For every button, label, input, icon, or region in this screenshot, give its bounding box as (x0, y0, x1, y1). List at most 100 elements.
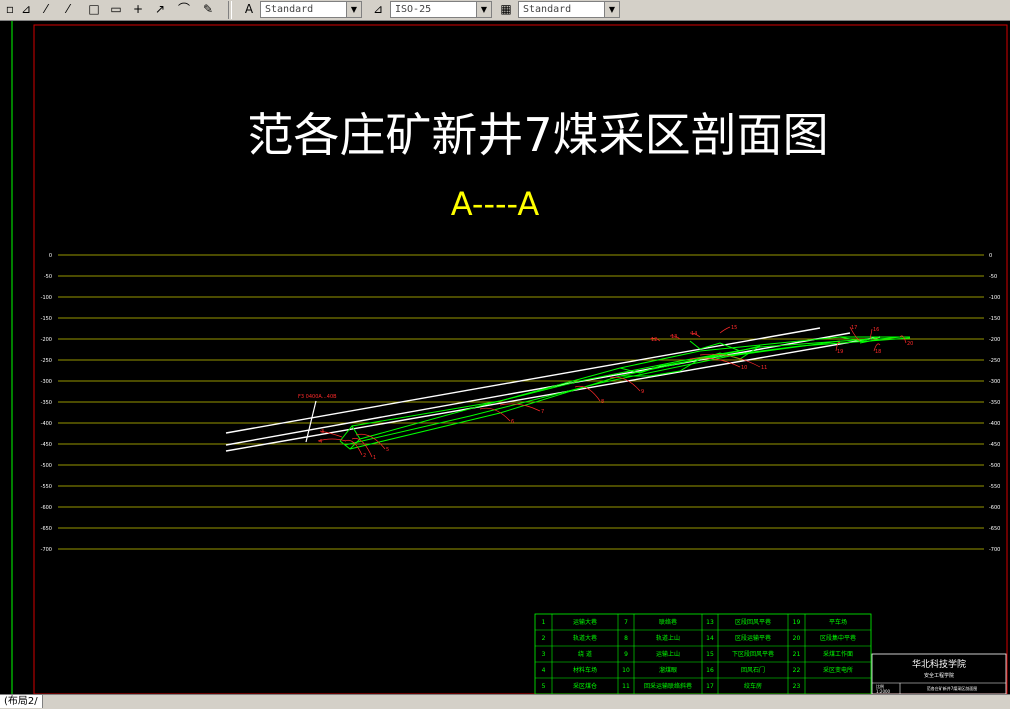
chevron-down-icon[interactable]: ▼ (604, 2, 619, 17)
legend-label: 溜煤眼 (659, 666, 677, 674)
drawing-name: 范各庄矿新井7煤采区剖面图 (927, 685, 978, 691)
callout-number: 16 (873, 327, 879, 333)
legend-table: 1 运输大巷 7 联络巷 13 区段回风平巷 19 平车场 2 轨道大巷 8 轨道上山 14 区段运输平巷… (534, 613, 872, 695)
legend-label: 运输上山 (656, 650, 680, 658)
callout-number: 2 (363, 453, 366, 459)
callout-number: 14 (691, 331, 697, 337)
roadway-line (351, 336, 910, 427)
elevation-label-left: -50 (44, 274, 52, 280)
elevation-label-left: -300 (41, 379, 52, 385)
legend-label: 材料车场 (573, 666, 597, 674)
callout-number: 17 (851, 325, 857, 331)
callout-number: 7 (541, 409, 544, 415)
elevation-label-left: 0 (49, 253, 52, 259)
chevron-down-icon[interactable]: ▼ (476, 2, 491, 17)
callout-number: 9 (641, 389, 644, 395)
drawing-canvas[interactable]: 范各庄矿新井7煤采区剖面图 A----A 0 0 -50 -50 -100 -100 -15… (0, 21, 1010, 695)
legend-number: 11 (622, 683, 630, 690)
legend-number: 21 (793, 651, 801, 658)
dim-style-value: ISO-25 (395, 4, 432, 15)
legend-label: 绞车房 (744, 682, 762, 690)
toolbar-separator (228, 1, 232, 19)
baseline-dim-icon[interactable]: □ (86, 2, 102, 17)
elevation-label-left: -200 (41, 337, 52, 343)
dim-edit-icon[interactable]: ✎ (200, 2, 216, 17)
elevation-label-right: -700 (989, 547, 1000, 553)
chevron-down-icon[interactable]: ▼ (346, 2, 361, 17)
callout-number: 8 (601, 399, 604, 405)
callout-number: 1 (373, 455, 376, 461)
elevation-label-left: -500 (41, 463, 52, 469)
legend-label: 平车场 (829, 618, 847, 626)
elevation-label-left: -450 (41, 442, 52, 448)
legend-label: 区段运输平巷 (735, 634, 771, 642)
elevation-label-right: -350 (989, 400, 1000, 406)
legend-number: 17 (706, 683, 714, 690)
legend-number: 3 (542, 651, 546, 658)
legend-number: 14 (706, 635, 714, 642)
layout-tab[interactable]: (布局2/ (0, 695, 43, 708)
continue-dim-icon[interactable]: ▭ (108, 2, 124, 17)
linear-dim-icon[interactable]: ⊿ (18, 2, 34, 17)
drawing-svg[interactable]: 范各庄矿新井7煤采区剖面图 A----A 0 0 -50 -50 -100 -100 -15… (0, 21, 1010, 695)
center-mark-icon[interactable]: + (130, 2, 146, 17)
legend-number: 16 (706, 667, 714, 674)
table-style-select[interactable]: Standard ▼ (518, 1, 620, 18)
dim-style-select[interactable]: ISO-25 ▼ (390, 1, 492, 18)
legend-number: 5 (542, 683, 546, 690)
callout-number: 3 (321, 429, 324, 435)
elevation-label-right: -250 (989, 358, 1000, 364)
legend-label: 绕 道 (578, 650, 592, 658)
elevation-label-left: -400 (41, 421, 52, 427)
legend-number: 4 (542, 667, 546, 674)
callout-leaders (317, 326, 907, 458)
text-style-icon[interactable]: A (241, 2, 257, 17)
text-style-value: Standard (265, 4, 314, 15)
legend-label: 回采运输联络斜巷 (644, 682, 692, 690)
legend-label: 采区变电所 (823, 666, 853, 674)
legend-number: 13 (706, 619, 714, 626)
legend-number: 20 (793, 635, 801, 642)
elevation-label-right: -500 (989, 463, 1000, 469)
callout-leader (719, 326, 731, 334)
title-block: 华北科技学院 安全工程学院 比例 1:2000 范各庄矿新井7煤采区剖面图 (871, 653, 1007, 695)
ordinate-dim-icon[interactable]: ⁄ (60, 2, 76, 17)
elevation-label-right: 0 (989, 253, 992, 259)
elevation-label-left: -700 (41, 547, 52, 553)
leader-icon[interactable]: ↗ (152, 2, 168, 17)
callout-number: 13 (671, 334, 677, 340)
elevation-label-right: -450 (989, 442, 1000, 448)
legend-label: 区段集中平巷 (820, 634, 856, 642)
table-style-value: Standard (523, 4, 572, 15)
callout-number: 4 (319, 439, 322, 445)
legend-number: 10 (622, 667, 630, 674)
elevation-label-left: -600 (41, 505, 52, 511)
seam-workings (339, 336, 911, 450)
callout-number: 20 (907, 341, 913, 347)
elevation-label-right: -150 (989, 316, 1000, 322)
layout-tab-suffix: / (34, 696, 38, 707)
elevation-label-left: -550 (41, 484, 52, 490)
dim-style-icon[interactable]: ⊿ (370, 2, 386, 17)
arc-dim-icon[interactable]: ⌒ (176, 2, 192, 17)
legend-number: 8 (624, 635, 628, 642)
legend-number: 9 (624, 651, 628, 658)
callout-number: 19 (837, 349, 843, 355)
legend-label: 运输大巷 (573, 618, 597, 626)
elevation-label-right: -550 (989, 484, 1000, 490)
text-style-select[interactable]: Standard ▼ (260, 1, 362, 18)
callout-number: 10 (741, 365, 747, 371)
elevation-label-left: -650 (41, 526, 52, 532)
callout-number: 6 (511, 419, 514, 425)
table-style-icon[interactable]: ▦ (498, 2, 514, 17)
fault-label: F3 0400A…40B (298, 394, 337, 400)
callout-number: 15 (731, 325, 737, 331)
elevation-label-right: -400 (989, 421, 1000, 427)
elevation-label-right: -100 (989, 295, 1000, 301)
elevation-label-left: -100 (41, 295, 52, 301)
aligned-dim-icon[interactable]: ⁄ (38, 2, 54, 17)
dimension-icon[interactable]: ▫ (2, 2, 18, 17)
department-name: 安全工程学院 (924, 672, 954, 679)
callout-number: 11 (761, 365, 767, 371)
legend-number: 22 (793, 667, 801, 674)
